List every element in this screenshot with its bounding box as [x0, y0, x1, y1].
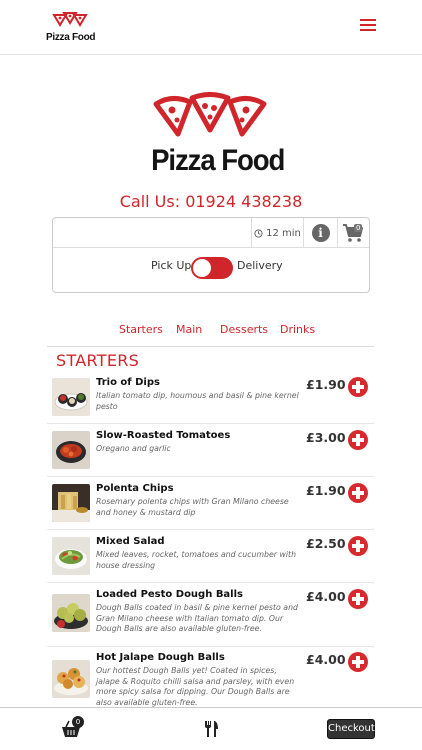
- item-name: Trio of Dips: [96, 377, 160, 388]
- item-price: £1.90: [306, 483, 346, 498]
- item-photo: [52, 431, 90, 469]
- item-name: Slow-Roasted Tomatoes: [96, 430, 231, 441]
- pizza-slices-icon: [52, 12, 88, 27]
- pickup-delivery-switch[interactable]: [191, 257, 233, 279]
- category-starters[interactable]: Starters: [119, 323, 163, 336]
- add-item-button[interactable]: [348, 589, 368, 609]
- category-desserts[interactable]: Desserts: [220, 323, 268, 336]
- add-item-button[interactable]: [348, 652, 368, 672]
- add-item-button[interactable]: [348, 536, 368, 556]
- item-divider: [47, 476, 374, 477]
- item-description: Rosemary polenta chips with Gran Milano …: [96, 497, 289, 517]
- item-price: £1.90: [306, 377, 346, 392]
- item-price: £4.00: [306, 589, 346, 604]
- info-icon: i: [311, 224, 330, 242]
- item-name: Hot Jalape Dough Balls: [96, 652, 225, 663]
- category-main[interactable]: Main: [176, 323, 202, 336]
- item-description: Our hottest Dough Balls yet! Coated in s…: [96, 666, 295, 707]
- delivery-mode-toggle-row: Pick Up Delivery: [53, 255, 369, 281]
- top-bar: Pizza Food: [0, 0, 422, 55]
- menu-cutlery-button[interactable]: [203, 720, 219, 742]
- item-description: Italian tomato dip, houmous and basil & …: [96, 391, 299, 411]
- item-price: £3.00: [306, 430, 346, 445]
- item-description: Mixed leaves, rocket, tomatoes and cucum…: [96, 550, 297, 570]
- header-logo-text: Pizza Food: [46, 32, 96, 43]
- item-divider: [47, 423, 374, 424]
- delivery-time: 12 min: [251, 218, 303, 248]
- header-logo[interactable]: Pizza Food: [46, 12, 96, 44]
- pizza-slices-icon: [153, 92, 267, 137]
- delivery-label: Delivery: [237, 259, 283, 272]
- item-divider: [47, 646, 374, 647]
- item-name: Mixed Salad: [96, 536, 165, 547]
- item-divider: [47, 582, 374, 583]
- cutlery-icon: [205, 721, 218, 737]
- call-us-phone[interactable]: Call Us: 01924 438238: [0, 192, 422, 211]
- add-item-button[interactable]: [348, 377, 368, 397]
- hamburger-icon[interactable]: [360, 19, 376, 33]
- hero-logo-text: Pizza Food: [151, 144, 285, 177]
- cart-button[interactable]: 0: [337, 218, 369, 248]
- basket-button[interactable]: 0: [61, 716, 84, 740]
- item-photo: [52, 594, 90, 632]
- cart-count: 0: [354, 224, 363, 232]
- pickup-label: Pick Up: [151, 259, 192, 272]
- item-name: Loaded Pesto Dough Balls: [96, 589, 243, 600]
- item-description: Oregano and garlic: [96, 444, 171, 453]
- item-photo: [52, 660, 90, 698]
- order-info-row: 12 min i 0: [53, 218, 369, 248]
- add-item-button[interactable]: [348, 430, 368, 450]
- item-divider: [47, 529, 374, 530]
- item-price: £2.50: [306, 536, 346, 551]
- category-nav: Starters Main Desserts Drinks: [0, 323, 422, 339]
- add-item-button[interactable]: [348, 483, 368, 503]
- info-button[interactable]: i: [303, 218, 337, 248]
- item-price: £4.00: [306, 652, 346, 667]
- checkout-button[interactable]: Checkout: [327, 719, 375, 739]
- divider: [47, 346, 374, 347]
- order-options-panel: 12 min i 0 Pick Up Delivery: [52, 217, 370, 293]
- item-photo: [52, 378, 90, 416]
- item-photo: [52, 484, 90, 522]
- clock-icon: [254, 228, 263, 238]
- switch-knob: [193, 259, 211, 277]
- item-name: Polenta Chips: [96, 483, 174, 494]
- category-drinks[interactable]: Drinks: [280, 323, 315, 336]
- item-photo: [52, 537, 90, 575]
- delivery-time-value: 12 min: [266, 227, 301, 239]
- hero-logo: Pizza Food: [146, 92, 285, 184]
- section-title: STARTERS: [56, 351, 140, 370]
- basket-count-badge: 0: [72, 716, 84, 728]
- item-description: Dough Balls coated in basil & pine kerne…: [96, 603, 298, 633]
